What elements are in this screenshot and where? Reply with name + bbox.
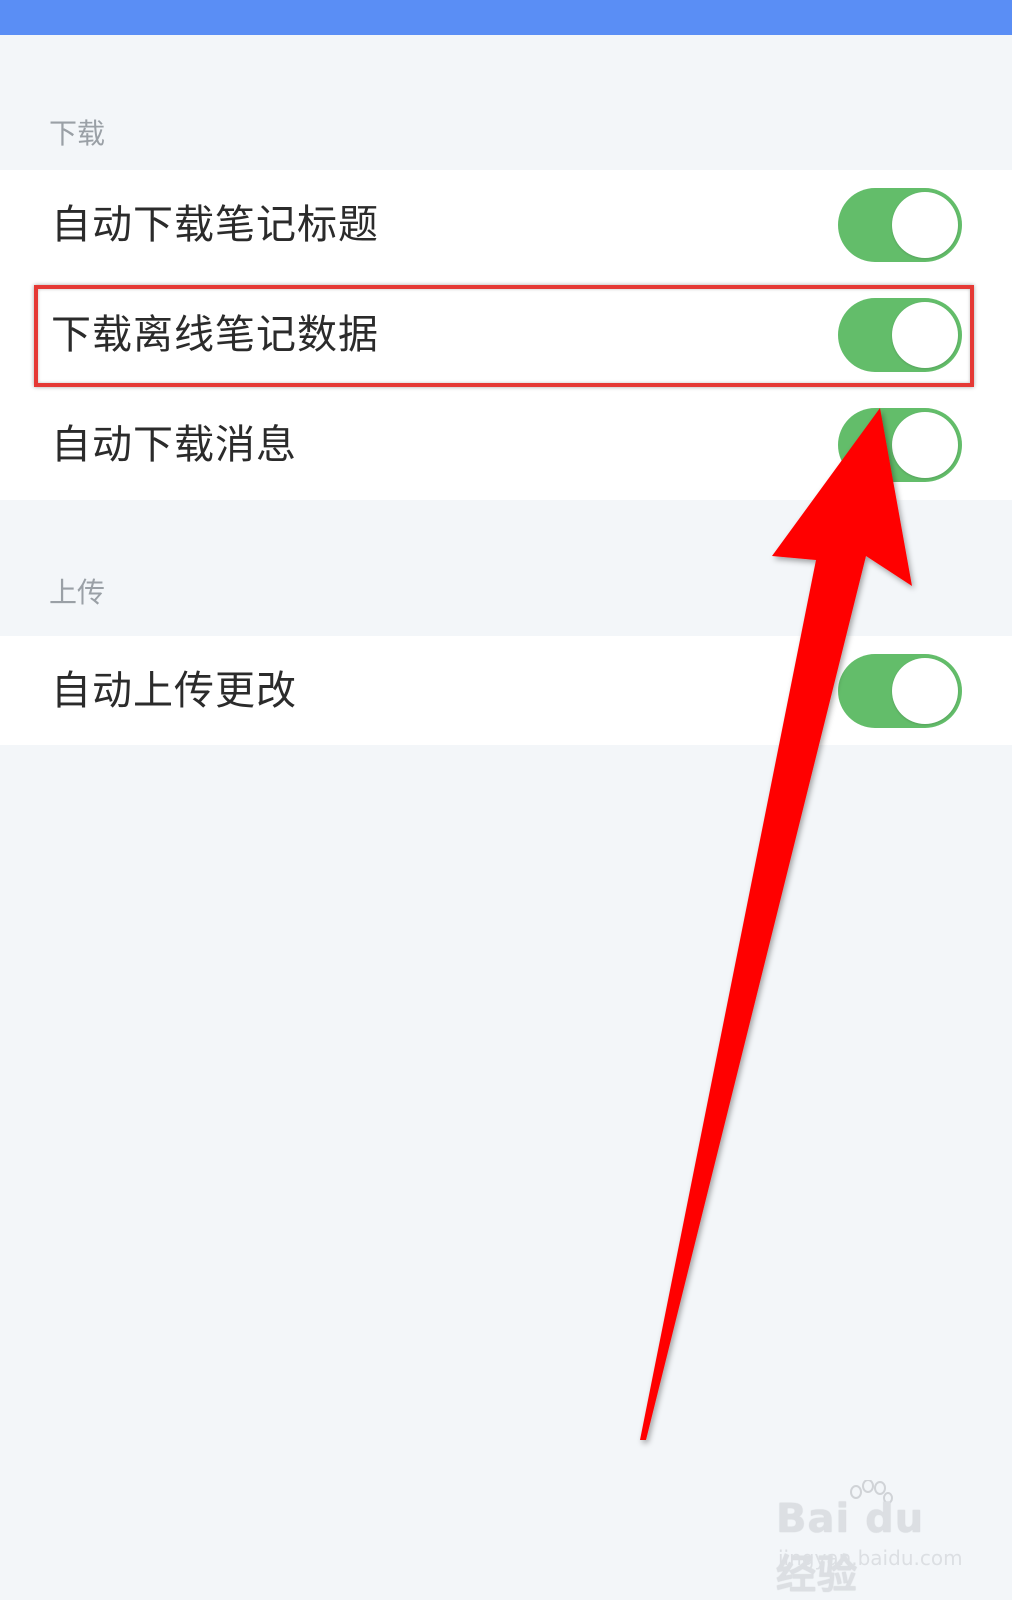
- download-settings-group: 自动下载笔记标题 下载离线笔记数据 自动下载消息: [0, 170, 1012, 500]
- setting-label: 自动下载笔记标题: [51, 202, 379, 248]
- setting-row-auto-upload-changes: 自动上传更改: [0, 636, 1012, 746]
- setting-label: 自动下载消息: [51, 422, 297, 468]
- setting-label: 自动上传更改: [51, 668, 297, 714]
- toggle-knob: [892, 302, 958, 368]
- top-bar: [0, 0, 1012, 35]
- section-label-upload: 上传: [49, 576, 106, 609]
- auto-download-messages-toggle[interactable]: [838, 408, 962, 482]
- setting-row-download-offline-data: 下载离线笔记数据: [0, 280, 1012, 390]
- toggle-knob: [892, 658, 958, 724]
- upload-settings-group: 自动上传更改: [0, 636, 1012, 745]
- baidu-jingyan-watermark: Bai du 经验 jingyan.baidu.com: [776, 1480, 976, 1598]
- arrow-shape: [640, 408, 912, 1440]
- auto-download-titles-toggle[interactable]: [838, 188, 962, 262]
- toggle-knob: [892, 192, 958, 258]
- toggle-knob: [892, 412, 958, 478]
- section-label-download: 下载: [49, 117, 106, 150]
- setting-row-auto-download-titles: 自动下载笔记标题: [0, 170, 1012, 280]
- setting-row-auto-download-messages: 自动下载消息: [0, 390, 1012, 500]
- auto-upload-changes-toggle[interactable]: [838, 654, 962, 728]
- watermark-url: jingyan.baidu.com: [778, 1546, 963, 1570]
- download-offline-data-toggle[interactable]: [838, 298, 962, 372]
- setting-label: 下载离线笔记数据: [51, 312, 379, 358]
